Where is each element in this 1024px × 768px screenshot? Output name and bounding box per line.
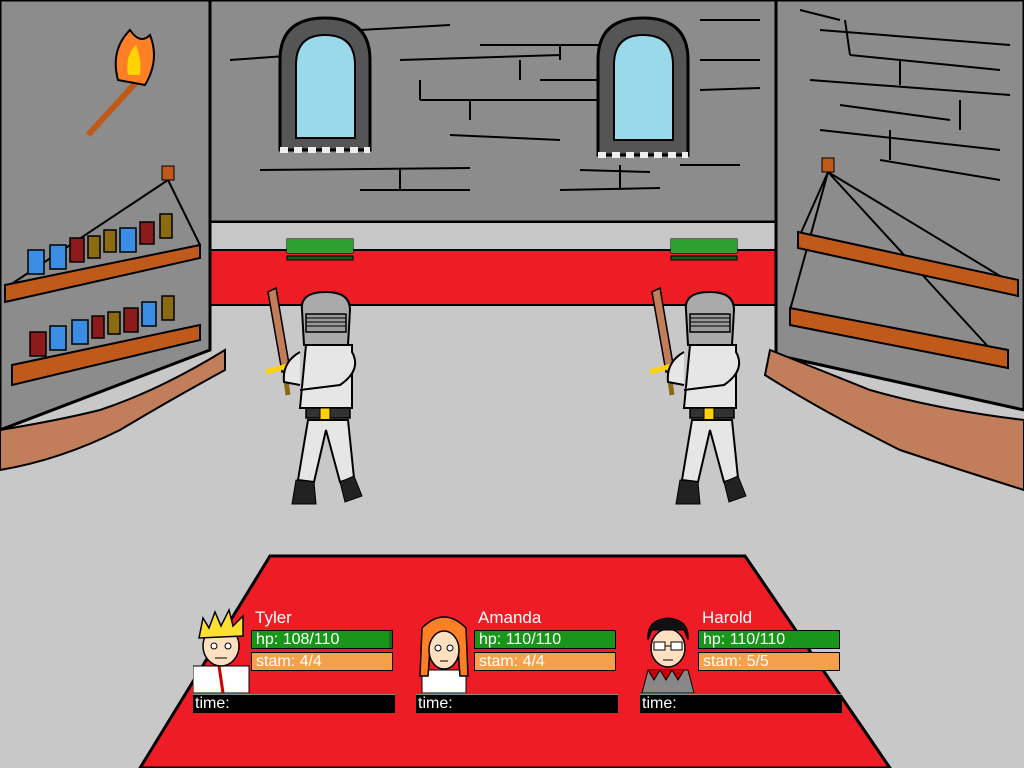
black-hair-glasses-boy-portrait xyxy=(641,617,695,693)
time-label: time: xyxy=(418,695,453,712)
hp-bar: hp: 110/110 xyxy=(474,630,616,649)
time-bar: time: xyxy=(193,694,395,713)
stamina-bar: stam: 4/4 xyxy=(251,652,393,671)
orange-hair-girl-portrait xyxy=(419,616,469,693)
stamina-label: stam: 5/5 xyxy=(703,653,769,670)
stamina-label: stam: 4/4 xyxy=(479,653,545,670)
member-name: Amanda xyxy=(478,608,542,627)
hp-bar: hp: 110/110 xyxy=(698,630,840,649)
time-label: time: xyxy=(195,695,230,712)
hp-bar: hp: 108/110 xyxy=(251,630,393,649)
stamina-bar: stam: 4/4 xyxy=(474,652,616,671)
party-member-card[interactable]: Amanda hp: 110/110 stam: 4/4 time: xyxy=(416,608,621,716)
hp-label: hp: 110/110 xyxy=(703,631,786,648)
time-bar: time: xyxy=(416,694,618,713)
member-name: Tyler xyxy=(255,608,292,627)
time-bar: time: xyxy=(640,694,842,713)
enemy-hp-bar-right xyxy=(670,238,738,261)
time-label: time: xyxy=(642,695,677,712)
stamina-bar: stam: 5/5 xyxy=(698,652,840,671)
member-name: Harold xyxy=(702,608,753,627)
hp-label: hp: 108/110 xyxy=(256,631,340,648)
stamina-label: stam: 4/4 xyxy=(256,653,322,670)
blond-spiky-hair-boy-portrait xyxy=(193,608,250,693)
castle-window-left xyxy=(278,16,372,153)
party-member-card[interactable]: Harold hp: 110/110 stam: 5/5 time: xyxy=(640,608,845,716)
enemy-hp-bar-left xyxy=(286,238,354,261)
hp-label: hp: 110/110 xyxy=(479,631,562,648)
party-member-card[interactable]: Tyler hp: 108/110 stam: 4/4 time: xyxy=(193,608,398,716)
castle-window-right xyxy=(596,16,690,158)
